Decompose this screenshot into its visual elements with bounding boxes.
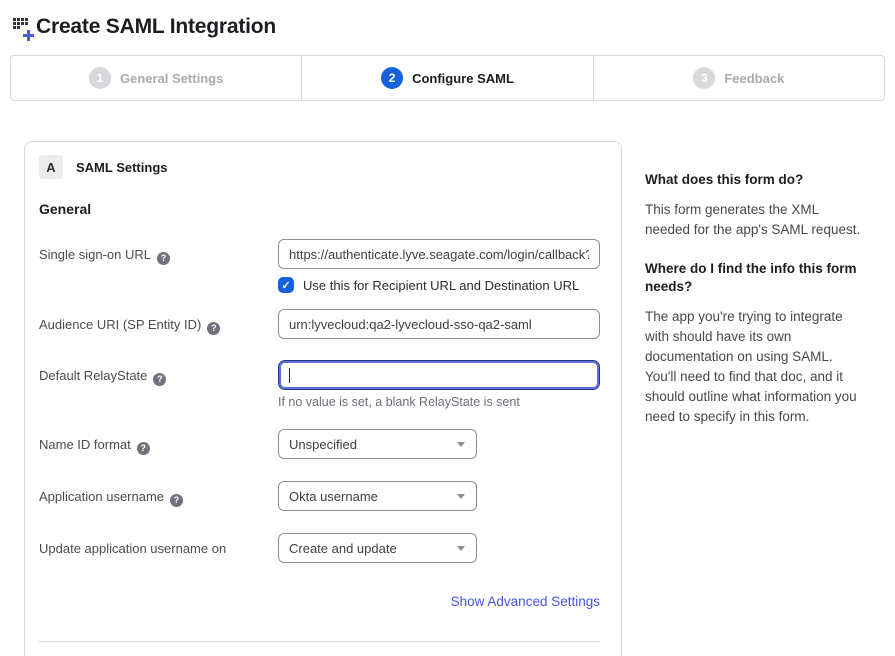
general-group-title: General [39,201,600,217]
update-username-on-select[interactable]: Create and update [278,533,477,563]
select-value: Unspecified [289,437,357,452]
field-label-text: Default RelayState [39,368,147,383]
advanced-settings-row: Show Advanced Settings [39,593,600,611]
relay-state-input[interactable] [278,360,600,390]
application-username-select[interactable]: Okta username [278,481,477,511]
application-username-control: Okta username [278,481,600,511]
sso-url-label: Single sign-on URL? [39,239,278,293]
section-title: SAML Settings [76,160,168,175]
grid-plus-icon [13,18,33,36]
field-row-application-username: Application username? Okta username [39,481,600,511]
field-row-update-username-on: Update application username on Create an… [39,533,600,563]
field-label-text: Audience URI (SP Entity ID) [39,317,201,332]
help-sidebar: What does this form do? This form genera… [645,141,863,447]
question-mark-icon[interactable]: ? [137,442,150,455]
chevron-down-icon [457,442,465,447]
recipient-url-check-row: ✓ Use this for Recipient URL and Destina… [278,277,600,293]
question-mark-icon[interactable]: ? [157,252,170,265]
update-username-on-label: Update application username on [39,533,278,563]
step-number-badge: 3 [693,67,715,89]
text-cursor [289,368,290,383]
name-id-format-control: Unspecified [278,429,600,459]
section-a-badge: A [39,155,63,179]
step-label: Configure SAML [412,71,514,86]
panel-divider [39,641,600,642]
saml-settings-panel: A SAML Settings General Single sign-on U… [24,141,622,656]
field-label-text: Application username [39,489,164,504]
name-id-format-select[interactable]: Unspecified [278,429,477,459]
field-row-name-id-format: Name ID format? Unspecified [39,429,600,459]
sso-url-input[interactable] [278,239,600,269]
select-value: Create and update [289,541,397,556]
relay-state-label: Default RelayState? [39,360,278,409]
relay-state-control: If no value is set, a blank RelayState i… [278,360,600,409]
step-configure-saml[interactable]: 2 Configure SAML [301,56,592,100]
name-id-format-label: Name ID format? [39,429,278,459]
step-number-badge: 1 [89,67,111,89]
help-answer-2: The app you're trying to integrate with … [645,307,863,427]
checkmark-icon[interactable]: ✓ [278,277,294,293]
field-label-text: Update application username on [39,541,226,556]
relay-state-hint: If no value is set, a blank RelayState i… [278,395,600,409]
question-mark-icon[interactable]: ? [207,322,220,335]
recipient-url-check-label[interactable]: Use this for Recipient URL and Destinati… [303,278,579,293]
content-area: A SAML Settings General Single sign-on U… [0,141,895,656]
field-label-text: Single sign-on URL [39,247,151,262]
field-row-audience-uri: Audience URI (SP Entity ID)? [39,309,600,339]
step-general-settings[interactable]: 1 General Settings [11,56,301,100]
wizard-steps: 1 General Settings 2 Configure SAML 3 Fe… [10,55,885,101]
update-username-on-control: Create and update [278,533,600,563]
step-feedback[interactable]: 3 Feedback [593,56,884,100]
application-username-label: Application username? [39,481,278,511]
step-label: Feedback [724,71,784,86]
chevron-down-icon [457,494,465,499]
section-header: A SAML Settings [39,155,600,179]
page-header: Create SAML Integration [0,0,895,42]
sso-url-control: ✓ Use this for Recipient URL and Destina… [278,239,600,293]
field-row-sso-url: Single sign-on URL? ✓ Use this for Recip… [39,239,600,293]
question-mark-icon[interactable]: ? [170,494,183,507]
question-mark-icon[interactable]: ? [153,373,166,386]
help-answer-1: This form generates the XML needed for t… [645,200,863,240]
step-label: General Settings [120,71,223,86]
show-advanced-settings-link[interactable]: Show Advanced Settings [451,594,600,609]
chevron-down-icon [457,546,465,551]
help-question-1: What does this form do? [645,171,863,189]
select-value: Okta username [289,489,378,504]
help-question-2: Where do I find the info this form needs… [645,260,863,296]
page-title: Create SAML Integration [36,15,276,39]
audience-uri-label: Audience URI (SP Entity ID)? [39,309,278,339]
step-number-badge: 2 [381,67,403,89]
audience-uri-control [278,309,600,339]
field-row-relay-state: Default RelayState? If no value is set, … [39,360,600,409]
field-label-text: Name ID format [39,437,131,452]
audience-uri-input[interactable] [278,309,600,339]
